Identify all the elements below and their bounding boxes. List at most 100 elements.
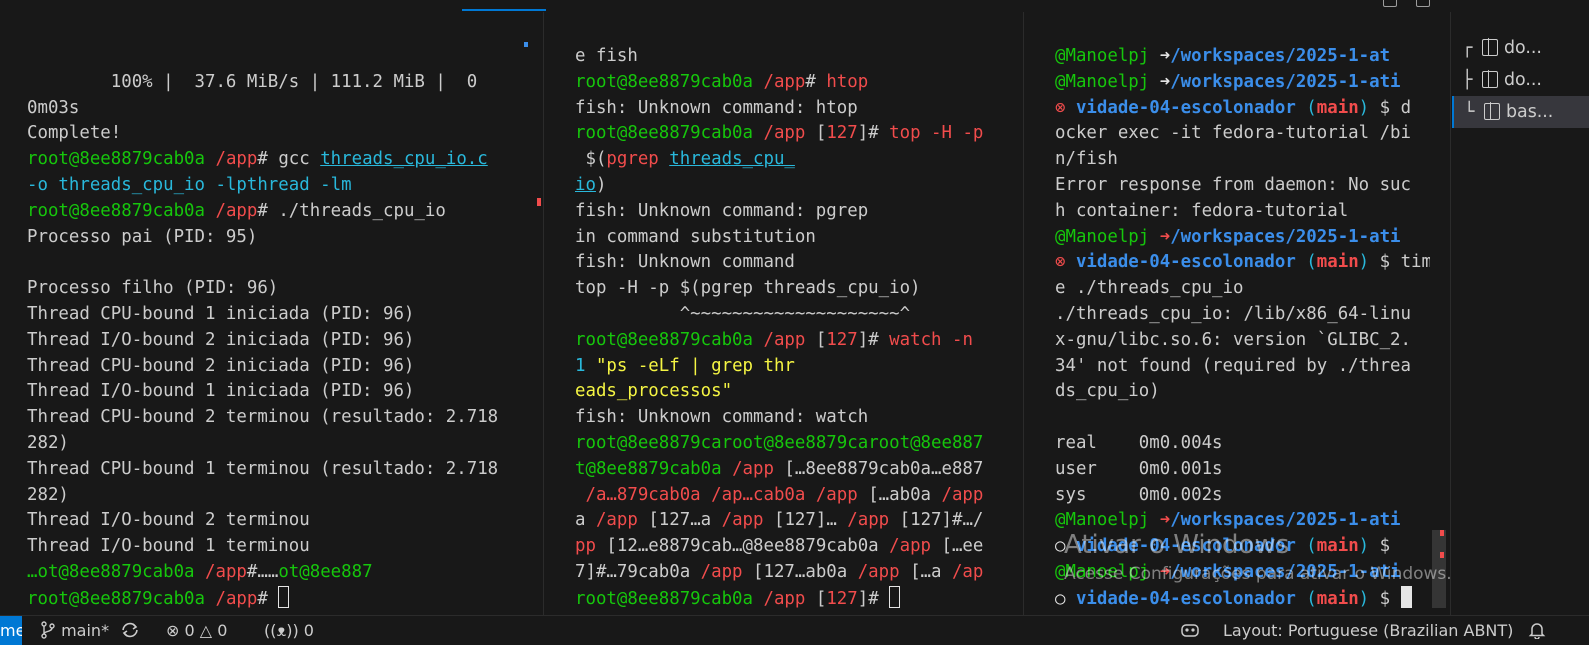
terminal-text: [ (815, 588, 827, 609)
problems-item[interactable]: ⊗ 0 △ 0 (166, 616, 227, 645)
terminal-text: ^~~~~~~~~~~~~~~~~~~~~^ (575, 303, 911, 324)
pane-divider[interactable] (543, 12, 544, 615)
sync-icon[interactable] (120, 616, 140, 645)
git-branch-icon (41, 621, 55, 639)
terminal-tab-item[interactable]: ┌ do... (1452, 32, 1589, 64)
tree-connector: ├ (1462, 70, 1473, 90)
terminal-line: fish: Unknown command: pgrep (575, 199, 1005, 225)
terminal-tab-item-active[interactable]: └ bas... (1452, 96, 1589, 128)
pane-divider[interactable] (1023, 12, 1024, 615)
terminal-text: 7]#…79cab0a (575, 561, 701, 582)
terminal-line: 282) (27, 431, 523, 457)
ports-item[interactable]: ((ᴥ)) 0 (264, 616, 314, 645)
terminal-line: root@8ee8879caroot@8ee8879caroot@8ee887 (575, 431, 1005, 457)
terminal-text: root (575, 329, 617, 350)
terminal-line: @Manoelpj ➜/workspaces/2025-1-ati (1055, 560, 1430, 586)
sync-icon-glyph (122, 622, 138, 638)
terminal-scrollbar[interactable] (1432, 530, 1446, 608)
terminal-line: Thread CPU-bound 2 iniciada (PID: 96) (27, 354, 523, 380)
terminal-line: 7]#…79cab0a /app [127…ab0a /app […a /ap (575, 560, 1005, 586)
terminal-text: /app (941, 484, 984, 505)
terminal-text: in command substitution (575, 226, 816, 247)
terminal-text: # gcc (257, 149, 321, 170)
terminal-text: ⊗ (1055, 97, 1076, 118)
terminal-line: eads_processos" (575, 379, 1005, 405)
terminal-text: [ (815, 329, 827, 350)
terminal-line: Thread CPU-bound 2 terminou (resultado: … (27, 405, 523, 431)
terminal-text: ]# (857, 588, 890, 609)
notifications-bell-icon[interactable] (1528, 616, 1546, 645)
active-tab-indicator (462, 9, 546, 11)
terminal-line: Processo filho (PID: 96) (27, 276, 523, 302)
terminal-pane-2[interactable]: e fish root@8ee8879cab0a /app# htop fish: … (575, 44, 1005, 615)
terminal-text: pgrep (606, 149, 659, 170)
copilot-icon[interactable] (1180, 616, 1200, 645)
terminal-text: # (257, 588, 279, 609)
terminal-pane-3[interactable]: @Manoelpj ➜/workspaces/2025-1-at @Manoelp… (1055, 44, 1430, 615)
terminal-text: n/fish (1055, 149, 1118, 170)
terminal-text: @8ee8879cab0a (68, 588, 216, 609)
terminal-text: fish: Unknown command: htop (575, 97, 858, 118)
keyboard-layout-item[interactable]: Layout: Portuguese (Brazilian ABNT) (1223, 616, 1513, 645)
terminal-text: /app (215, 588, 258, 609)
terminal-line: Thread CPU-bound 1 terminou (resultado: … (27, 457, 523, 483)
terminal-text: /app (889, 536, 942, 557)
terminal-line: -o threads_cpu_io -lpthread -lm (27, 173, 523, 199)
terminal-text: 100% | 37.6 MiB/s | 111.2 MiB | 0 (27, 71, 478, 92)
terminal-line: top -H -p $(pgrep threads_cpu_io) (575, 276, 1005, 302)
terminal-text: main (1316, 588, 1359, 609)
container-icon (1482, 71, 1498, 88)
terminal-text: /app (205, 561, 247, 582)
terminal-text: Processo pai (PID: 95) (27, 226, 258, 247)
terminal-text: /app (595, 510, 649, 531)
terminal-text: ➜ (1159, 46, 1171, 66)
terminal-text: /workspaces/2025-1-ati (1170, 226, 1401, 247)
layout-icon[interactable] (1416, 0, 1430, 7)
terminal-text: 282) (27, 484, 69, 505)
terminal-list: ┌ do... ├ do... └ bas... (1452, 12, 1589, 615)
terminal-line: ⊗ vidade-04-escolonador (main) $ d (1055, 96, 1430, 122)
terminal-line: h container: fedora-tutorial (1055, 199, 1430, 225)
terminal-text: htop (826, 71, 869, 92)
remote-indicator[interactable]: me (0, 616, 22, 645)
terminal-text: …ot@8ee8879cab0a (27, 561, 205, 582)
terminal-text: [127]#…/ (899, 510, 984, 531)
status-bar: me main* ⊗ 0 △ 0 ((ᴥ)) 0 Layout: Portugu… (0, 615, 1589, 645)
terminal-text: ) (1358, 588, 1380, 609)
terminal-text: threads_cpu_ (669, 149, 795, 170)
terminal-text: /workspaces/2025-1-ati (1170, 561, 1401, 582)
terminal-text: /app (763, 588, 816, 609)
terminal-text: […ee (941, 536, 984, 557)
terminal-text: ( (1306, 97, 1317, 118)
branch-item[interactable]: main* (40, 616, 109, 645)
terminal-text: threads_cpu_io.c (320, 149, 488, 170)
copilot-icon-glyph (1181, 624, 1199, 637)
sidebar-divider[interactable] (1450, 12, 1451, 615)
remote-label: me (0, 621, 22, 640)
terminal-cursor (889, 585, 901, 608)
terminal-text: ○ (1055, 536, 1076, 557)
split-editor-icon[interactable] (1383, 0, 1397, 7)
terminal-pane-1[interactable]: 100% | 37.6 MiB/s | 111.2 MiB | 0 0m03s Co… (27, 44, 523, 615)
terminal-text: root (27, 588, 69, 609)
terminal-text: ( (1306, 588, 1317, 609)
terminal-text: eads_processos" (575, 381, 733, 402)
terminal-text: /ap (951, 561, 984, 582)
terminal-text: $ tim (1379, 252, 1430, 273)
terminal-text: real 0m0.004s (1055, 432, 1223, 453)
terminal-text: /app (763, 123, 816, 144)
terminal-text: @Manoelpj (1055, 226, 1160, 247)
terminal-text: main (1316, 97, 1359, 118)
terminal-line: root@8ee8879cab0a /app# htop (575, 70, 1005, 96)
terminal-line: a /app [127…a /app [127]… /app [127]#…/ (575, 508, 1005, 534)
terminal-line: root@8ee8879cab0a /app [127]# top -H -p (575, 121, 1005, 147)
warning-count: 0 (217, 621, 228, 640)
terminal-text: @8ee8879cab0a (68, 200, 216, 221)
terminal-text: /app (732, 458, 785, 479)
terminal-text: fish: Unknown command: pgrep (575, 200, 869, 221)
terminal-line: sys 0m0.002s (1055, 483, 1430, 509)
terminal-tab-item[interactable]: ├ do... (1452, 64, 1589, 96)
terminal-text: 127 (826, 588, 858, 609)
